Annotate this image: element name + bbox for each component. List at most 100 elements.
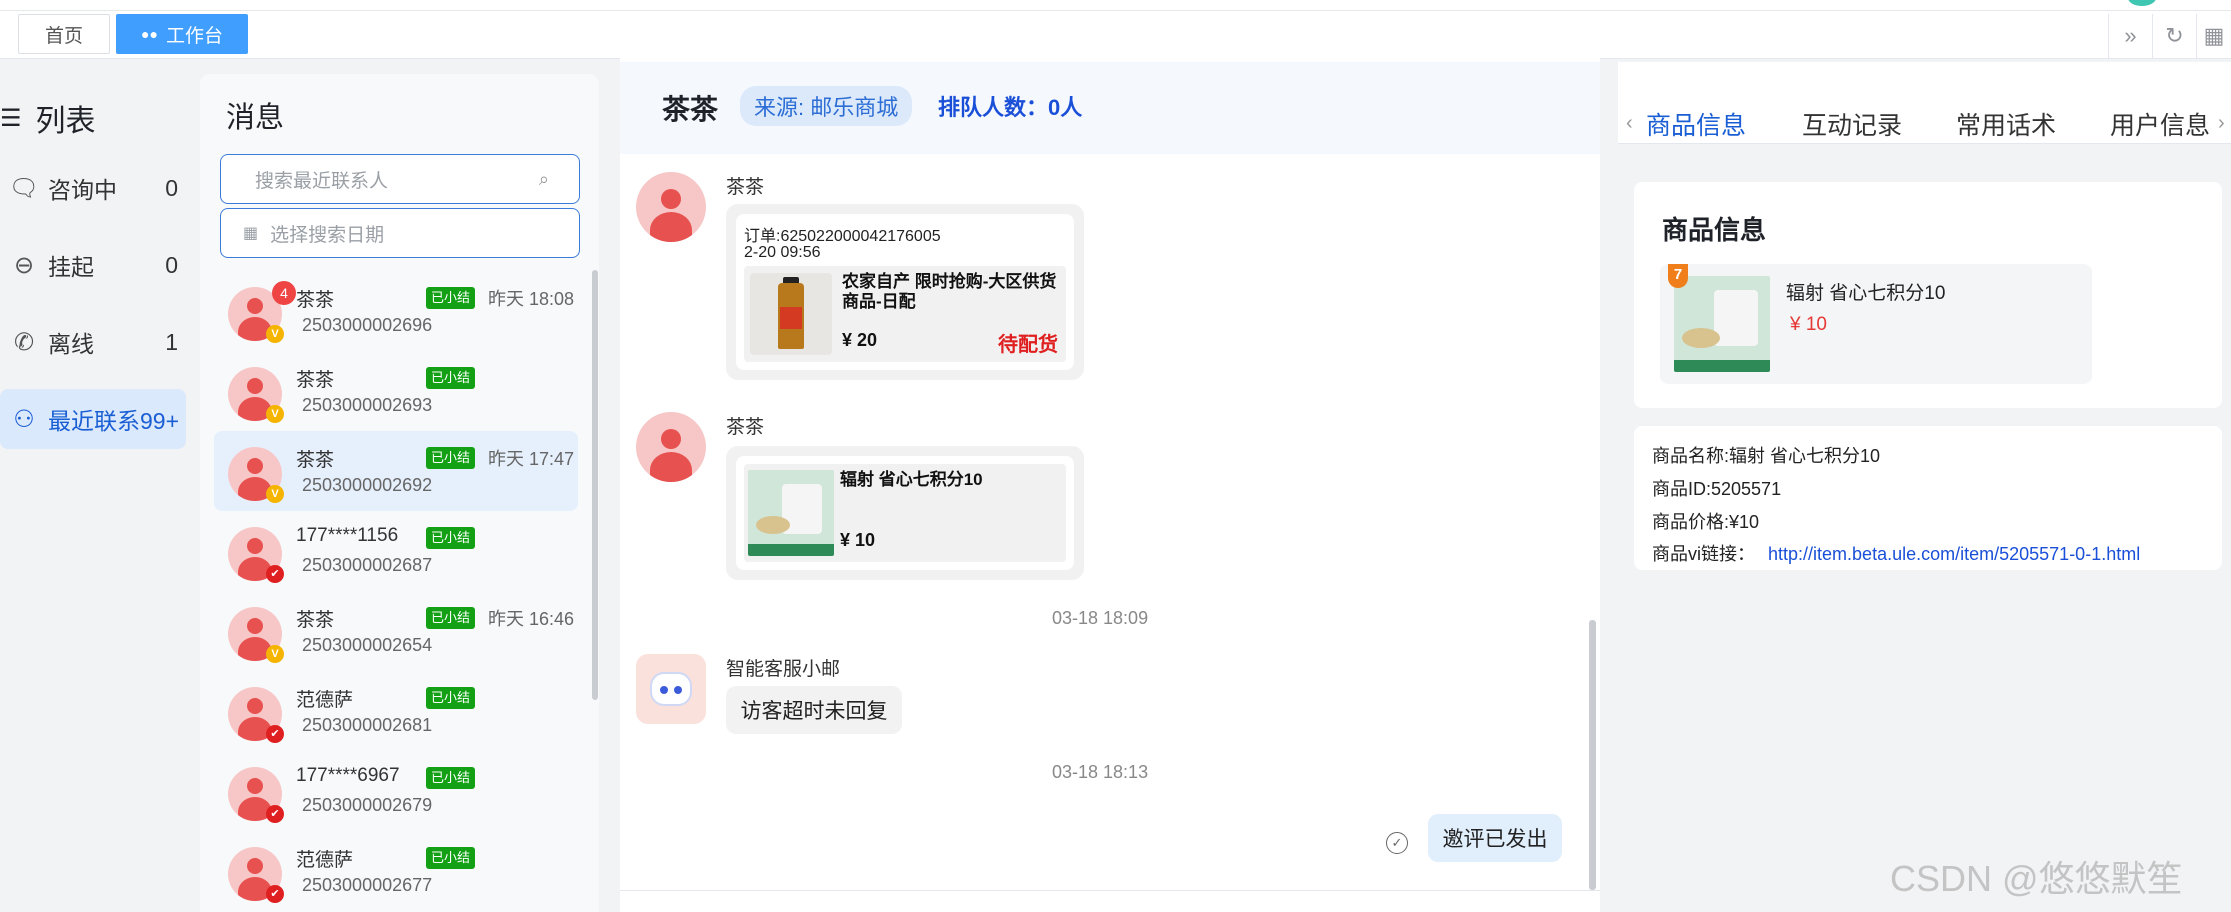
nav-item-hold[interactable]: ⊖ 挂起 0 xyxy=(0,235,186,295)
nav-item-label: 离线 xyxy=(48,331,94,357)
tab-user-info[interactable]: 用户信息 xyxy=(2110,106,2210,142)
messages-panel: 消息 搜索最近联系人 ⌕ ▦ 选择搜索日期 V 4 茶茶 已小结 昨天 18:08 250… xyxy=(200,74,599,912)
order-card[interactable]: 订单:625022000042176005 2-20 09:56 农家自产 限时… xyxy=(726,204,1084,380)
contact-row[interactable]: V 茶茶 已小结 2503000002693 xyxy=(214,351,578,431)
product-thumbnail xyxy=(750,273,832,355)
tab-home[interactable]: 首页 xyxy=(18,14,110,54)
vip-badge-icon: ✔ xyxy=(266,565,284,583)
contact-row[interactable]: V 4 茶茶 已小结 昨天 18:08 2503000002696 xyxy=(214,271,578,351)
users-icon: ●● xyxy=(141,26,158,42)
chevron-right-icon[interactable]: › xyxy=(2218,112,2225,135)
detail-product-name: 商品名称:辐射 省心七积分10 xyxy=(1652,446,1881,466)
product-title: 农家自产 限时抢购-大区供货商品-日配 xyxy=(842,272,1057,311)
tab-home-label: 首页 xyxy=(44,25,83,47)
contact-time: 昨天 16:46 xyxy=(488,609,575,629)
summary-tag: 已小结 xyxy=(426,607,476,629)
top-bar xyxy=(0,0,2231,59)
refresh-icon[interactable]: ↻ xyxy=(2152,14,2196,58)
contact-name: 茶茶 xyxy=(296,450,335,471)
contact-row[interactable]: ✔ 177****6967 已小结 2503000002679 xyxy=(214,751,578,831)
contact-name: 177****1156 xyxy=(296,525,399,546)
grid-icon[interactable]: ▦ xyxy=(2196,14,2231,58)
chevron-left-icon[interactable]: ‹ xyxy=(1626,112,1633,135)
order-number: 订单:625022000042176005 xyxy=(744,228,941,245)
order-time: 2-20 09:56 xyxy=(744,244,821,261)
tab-interaction-records[interactable]: 互动记录 xyxy=(1802,106,1902,142)
minus-circle-icon: ⊖ xyxy=(13,251,35,279)
message-timestamp: 03-18 18:09 xyxy=(1052,608,1149,628)
date-placeholder: 选择搜索日期 xyxy=(270,224,385,246)
search-icon: ⌕ xyxy=(538,168,549,189)
list-icon: ☰ xyxy=(0,104,22,132)
contact-row[interactable]: ✔ 177****1156 已小结 2503000002687 xyxy=(214,511,578,591)
tab-workbench-label: 工作台 xyxy=(165,25,223,47)
nav-item-label: 挂起 xyxy=(48,254,94,280)
source-badge: 来源: 邮乐商城 xyxy=(740,86,913,126)
contact-time: 昨天 18:08 xyxy=(488,289,575,309)
contact-id: 2503000002687 xyxy=(302,555,433,575)
detail-product-price: 商品价格:¥10 xyxy=(1652,512,1760,532)
nav-item-count: 0 xyxy=(165,251,178,278)
product-card[interactable]: 辐射 省心七积分10 ¥ 10 xyxy=(726,446,1084,580)
product-item: 辐射 省心七积分10 ¥ 10 xyxy=(744,464,1066,562)
contact-id: 2503000002692 xyxy=(302,475,433,495)
nav-title-label: 列表 xyxy=(35,105,96,138)
summary-tag: 已小结 xyxy=(426,287,476,309)
tab-product-info[interactable]: 商品信息 xyxy=(1646,106,1746,142)
product-thumbnail xyxy=(748,470,834,556)
product-name: 辐射 省心七积分10 xyxy=(1786,283,1946,304)
contact-time: 昨天 17:47 xyxy=(488,449,575,469)
agent-message-bubble: 邀评已发出 xyxy=(1428,814,1562,862)
right-tabs: ‹ 商品信息 互动记录 常用话术 用户信息 › xyxy=(1618,62,2231,144)
contact-name: 范德萨 xyxy=(296,690,354,711)
chat-input-divider xyxy=(620,890,1600,891)
summary-tag: 已小结 xyxy=(426,367,476,389)
contact-row[interactable]: V 茶茶 已小结 昨天 16:46 2503000002654 xyxy=(214,591,578,671)
product-summary[interactable]: 7 辐射 省心七积分10 ¥ 10 xyxy=(1660,264,2092,384)
contact-row[interactable]: ✔ 范德萨 已小结 2503000002677 xyxy=(214,831,578,911)
product-price: ¥ 10 xyxy=(840,530,876,550)
chat-scrollbar[interactable] xyxy=(1589,620,1596,890)
vip-badge-icon: ✔ xyxy=(266,725,284,743)
contact-id: 2503000002693 xyxy=(302,395,433,415)
read-check-icon: ✓ xyxy=(1386,832,1408,854)
queue-count: 排队人数：0人 xyxy=(938,95,1083,120)
nav-item-recent[interactable]: ⚇ 最近联系99+ xyxy=(0,389,186,449)
detail-link-label: 商品vi链接： xyxy=(1652,544,1755,564)
product-link[interactable]: http://item.beta.ule.com/item/5205571-0-… xyxy=(1768,544,2140,564)
product-badge: 7 xyxy=(1668,264,1688,288)
vip-badge-icon: V xyxy=(266,325,284,343)
date-picker-input[interactable]: ▦ 选择搜索日期 xyxy=(220,208,580,258)
summary-tag: 已小结 xyxy=(426,847,476,869)
contact-name: 177****6967 xyxy=(296,765,400,786)
tab-common-phrases[interactable]: 常用话术 xyxy=(1956,106,2056,142)
vip-badge-icon: V xyxy=(266,405,284,423)
vip-badge-icon: ✔ xyxy=(266,885,284,903)
order-status: 待配货 xyxy=(998,334,1058,356)
summary-tag: 已小结 xyxy=(426,767,476,789)
search-placeholder: 搜索最近联系人 xyxy=(255,170,389,192)
contact-id: 2503000002677 xyxy=(302,875,433,895)
summary-tag: 已小结 xyxy=(426,527,476,549)
contact-list-scrollbar[interactable] xyxy=(592,270,598,700)
contact-id: 2503000002679 xyxy=(302,795,433,815)
contact-row[interactable]: V 茶茶 已小结 昨天 17:47 2503000002692 xyxy=(214,431,578,511)
tab-workbench[interactable]: ●● 工作台 xyxy=(116,14,248,54)
nav-item-count: 0 xyxy=(165,174,178,201)
phone-off-icon: ✆ xyxy=(13,328,35,356)
user-clock-icon: ⚇ xyxy=(13,405,35,433)
contact-search-input[interactable]: 搜索最近联系人 ⌕ xyxy=(220,154,580,204)
contact-id: 2503000002654 xyxy=(302,635,433,655)
message-sender: 茶茶 xyxy=(726,177,765,198)
contact-row[interactable]: ✔ 范德萨 已小结 2503000002681 xyxy=(214,671,578,751)
bot-sender-name: 智能客服小邮 xyxy=(726,659,841,680)
contact-id: 2503000002696 xyxy=(302,315,433,335)
vip-badge-icon: ✔ xyxy=(266,805,284,823)
nav-item-offline[interactable]: ✆ 离线 1 xyxy=(0,312,186,372)
product-card-title: 商品信息 xyxy=(1662,215,1767,245)
product-price: ¥ 10 xyxy=(1790,314,1827,335)
nav-item-consulting[interactable]: 🗨 咨询中 0 xyxy=(0,158,186,218)
bot-message-bubble: 访客超时未回复 xyxy=(726,686,902,734)
double-chevron-right-icon[interactable]: » xyxy=(2108,14,2152,58)
summary-tag: 已小结 xyxy=(426,687,476,709)
